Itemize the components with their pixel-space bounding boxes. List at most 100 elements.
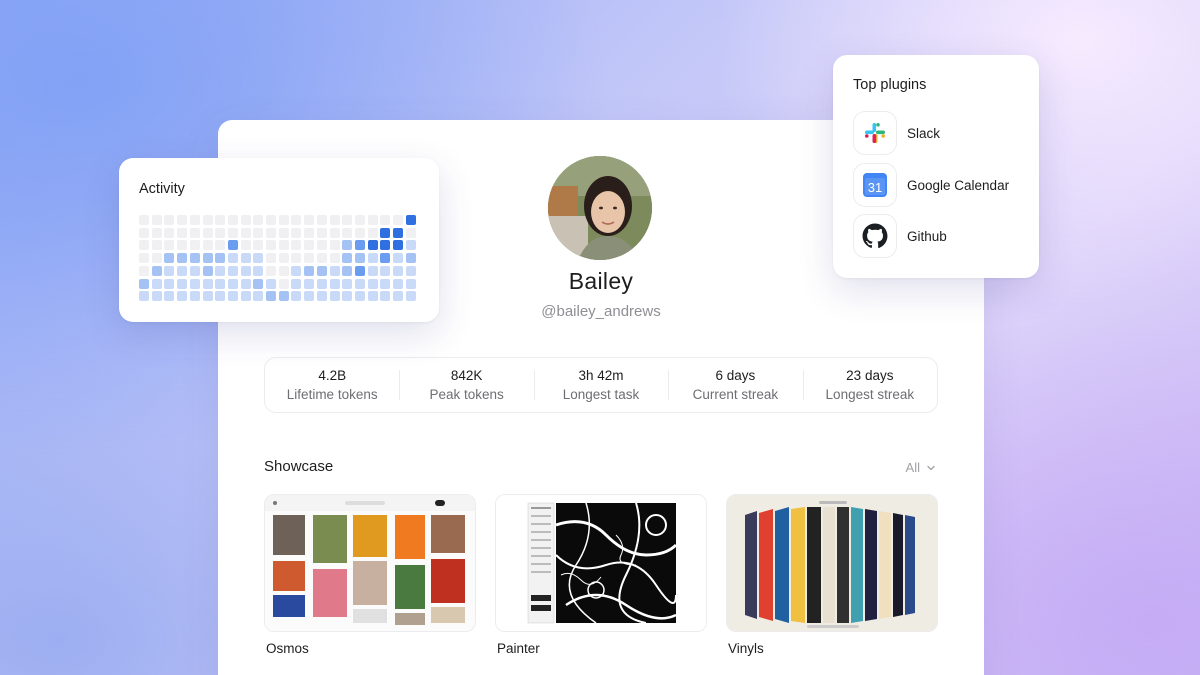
activity-cell xyxy=(240,253,251,264)
stat-value: 23 days xyxy=(846,367,894,383)
activity-cell xyxy=(304,227,315,238)
activity-cell xyxy=(202,227,213,238)
stat-value: 842K xyxy=(450,367,483,383)
activity-cell xyxy=(215,278,226,289)
activity-cell xyxy=(164,215,175,225)
activity-cell xyxy=(151,253,162,264)
activity-title: Activity xyxy=(139,181,185,197)
activity-cell xyxy=(291,227,302,238)
activity-cell xyxy=(367,227,378,238)
activity-cell xyxy=(240,240,251,251)
activity-cell xyxy=(278,278,289,289)
activity-cell xyxy=(240,227,251,238)
showcase-item-label: Osmos xyxy=(266,641,309,656)
activity-cell xyxy=(227,253,238,264)
activity-cell xyxy=(278,291,289,302)
activity-cell xyxy=(215,291,226,302)
activity-cell xyxy=(291,253,302,264)
plugin-item-github[interactable]: Github xyxy=(853,214,947,258)
activity-cell xyxy=(380,227,391,238)
activity-cell xyxy=(380,278,391,289)
activity-cell xyxy=(215,253,226,264)
activity-cell xyxy=(393,265,403,276)
stat-value: 6 days xyxy=(715,367,756,383)
showcase-thumbnail[interactable] xyxy=(726,494,938,632)
activity-cell xyxy=(342,215,353,225)
activity-cell xyxy=(329,240,340,251)
stat-label: Longest task xyxy=(562,386,640,402)
activity-cell xyxy=(164,253,175,264)
activity-cell xyxy=(354,240,365,251)
activity-cell xyxy=(342,240,353,251)
stat-longest-streak: 23 days Longest streak xyxy=(802,358,937,412)
osmos-preview-image xyxy=(265,495,475,631)
stats-bar: 4.2B Lifetime tokens 842K Peak tokens 3h… xyxy=(264,357,938,413)
activity-cell xyxy=(342,227,353,238)
activity-cell xyxy=(405,240,416,251)
activity-cell xyxy=(354,278,365,289)
activity-cell xyxy=(367,253,378,264)
activity-cell xyxy=(405,227,416,238)
activity-cell xyxy=(151,227,162,238)
activity-cell xyxy=(215,240,226,251)
activity-cell xyxy=(367,265,378,276)
showcase-item-osmos[interactable]: Osmos xyxy=(264,494,476,656)
showcase-item-label: Painter xyxy=(497,641,540,656)
activity-cell xyxy=(304,240,315,251)
activity-cell xyxy=(266,253,276,264)
activity-cell xyxy=(177,291,188,302)
activity-cell xyxy=(393,215,403,225)
stat-label: Peak tokens xyxy=(429,386,504,402)
activity-cell xyxy=(227,278,238,289)
activity-cell xyxy=(253,227,264,238)
activity-cell xyxy=(329,265,340,276)
activity-cell xyxy=(189,253,200,264)
activity-cell xyxy=(151,265,162,276)
activity-cell xyxy=(291,240,302,251)
activity-cell xyxy=(316,215,327,225)
stat-label: Longest streak xyxy=(825,386,915,402)
activity-cell xyxy=(202,215,213,225)
activity-cell xyxy=(227,265,238,276)
avatar[interactable] xyxy=(548,156,652,260)
activity-cell xyxy=(139,227,149,238)
activity-cell xyxy=(380,240,391,251)
activity-cell xyxy=(215,215,226,225)
plugin-item-google-calendar[interactable]: 31 Google Calendar xyxy=(853,163,1009,207)
activity-cell xyxy=(189,215,200,225)
showcase-item-vinyls[interactable]: Vinyls xyxy=(726,494,938,656)
showcase-thumbnail[interactable] xyxy=(495,494,707,632)
activity-cell xyxy=(304,291,315,302)
activity-cell xyxy=(253,265,264,276)
activity-cell xyxy=(253,240,264,251)
activity-cell xyxy=(329,278,340,289)
activity-cell xyxy=(278,227,289,238)
activity-cell xyxy=(278,265,289,276)
activity-cell xyxy=(177,227,188,238)
top-plugins-card: Top plugins Slack 31 Google Calendar Git… xyxy=(833,55,1039,278)
activity-cell xyxy=(253,291,264,302)
activity-cell xyxy=(367,278,378,289)
activity-cell xyxy=(164,240,175,251)
painter-preview-image xyxy=(496,495,706,631)
activity-cell xyxy=(215,227,226,238)
activity-cell xyxy=(227,227,238,238)
activity-cell xyxy=(291,215,302,225)
activity-cell xyxy=(189,265,200,276)
activity-cell xyxy=(215,265,226,276)
activity-cell xyxy=(329,253,340,264)
showcase-item-painter[interactable]: Painter xyxy=(495,494,707,656)
plugin-name: Slack xyxy=(907,125,941,141)
stat-value: 4.2B xyxy=(318,367,347,383)
activity-cell xyxy=(316,278,327,289)
chevron-down-icon xyxy=(927,465,935,470)
activity-cell xyxy=(139,215,149,225)
activity-cell xyxy=(278,253,289,264)
showcase-filter-dropdown[interactable]: All xyxy=(906,460,936,475)
activity-cell xyxy=(266,215,276,225)
plugin-item-slack[interactable]: Slack xyxy=(853,111,940,155)
activity-cell xyxy=(393,253,403,264)
activity-cell xyxy=(367,291,378,302)
showcase-thumbnail[interactable] xyxy=(264,494,476,632)
plugins-title: Top plugins xyxy=(853,77,927,93)
